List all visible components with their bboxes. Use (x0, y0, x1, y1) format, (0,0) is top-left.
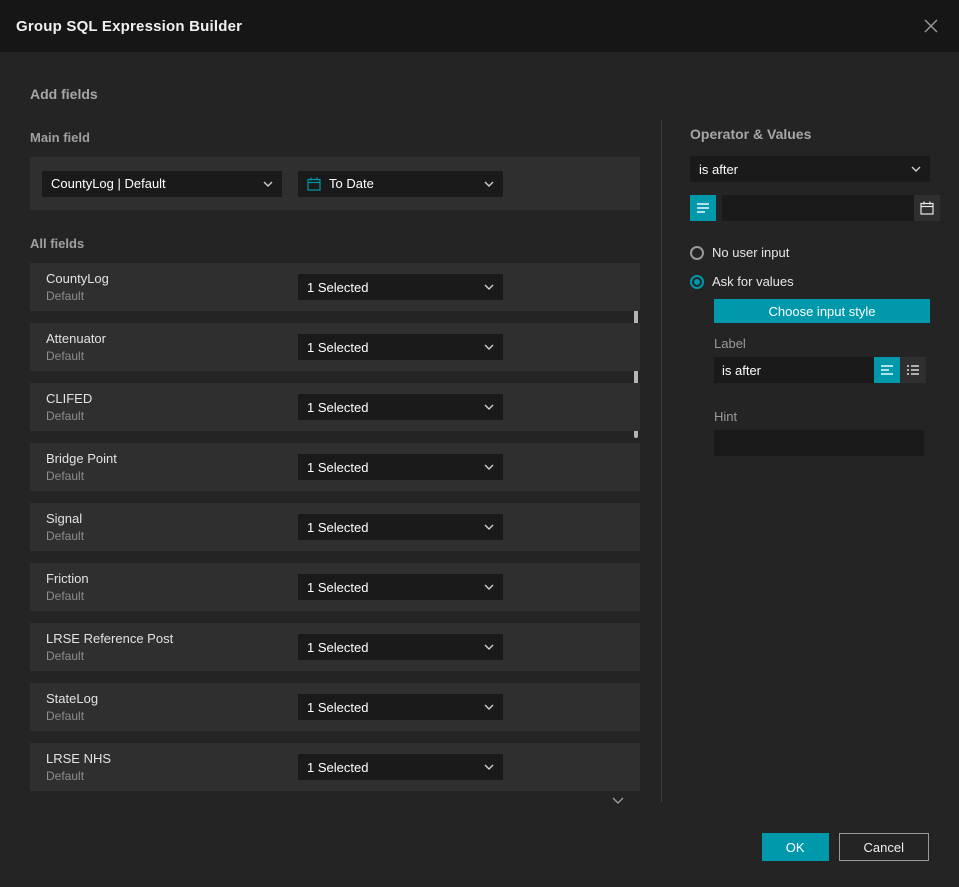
field-row: CountyLog Default 1 Selected (30, 263, 640, 311)
input-mode-button[interactable] (690, 195, 716, 221)
calendar-icon (307, 177, 321, 191)
choose-input-style-button[interactable]: Choose input style (714, 299, 930, 323)
field-selected-value: 1 Selected (307, 519, 369, 535)
field-row: StateLog Default 1 Selected (30, 683, 640, 731)
dialog-footer: OK Cancel (761, 833, 929, 861)
radio-no-user-input[interactable]: No user input (690, 245, 930, 260)
ok-button[interactable]: OK (761, 833, 829, 861)
field-selected-dropdown[interactable]: 1 Selected (298, 334, 503, 360)
value-input-row (690, 195, 940, 221)
add-fields-heading: Add fields (30, 86, 98, 102)
date-value-field-wrap (722, 195, 940, 221)
field-selected-value: 1 Selected (307, 699, 369, 715)
scroll-down-chevron-icon[interactable] (612, 791, 624, 809)
chevron-down-icon (484, 181, 494, 187)
date-picker-button[interactable] (914, 195, 940, 221)
field-selected-value: 1 Selected (307, 639, 369, 655)
group-sql-expression-builder-dialog: Group SQL Expression Builder Add fields … (0, 0, 959, 887)
chevron-down-icon (484, 464, 494, 470)
date-type-select-value: To Date (329, 176, 374, 191)
chevron-down-icon (263, 181, 273, 187)
field-selected-dropdown[interactable]: 1 Selected (298, 574, 503, 600)
chevron-down-icon (484, 404, 494, 410)
column-divider (661, 120, 662, 802)
field-selected-dropdown[interactable]: 1 Selected (298, 454, 503, 480)
field-row: Friction Default 1 Selected (30, 563, 640, 611)
field-selected-value: 1 Selected (307, 399, 369, 415)
cancel-button[interactable]: Cancel (838, 833, 929, 861)
field-row: Signal Default 1 Selected (30, 503, 640, 551)
chevron-down-icon (484, 284, 494, 290)
calendar-icon (920, 201, 934, 215)
field-row: LRSE Reference Post Default 1 Selected (30, 623, 640, 671)
operator-select[interactable]: is after (690, 156, 930, 182)
field-selected-value: 1 Selected (307, 339, 369, 355)
field-selected-dropdown[interactable]: 1 Selected (298, 754, 503, 780)
field-selected-value: 1 Selected (307, 279, 369, 295)
main-field-select[interactable]: CountyLog | Default (42, 170, 282, 197)
radio-no-user-input-label: No user input (712, 245, 790, 260)
field-selected-dropdown[interactable]: 1 Selected (298, 274, 503, 300)
radio-circle-checked (690, 274, 704, 289)
lines-input-icon (697, 203, 709, 213)
all-fields-list: CountyLog Default 1 Selected Attenuator … (30, 263, 640, 804)
operator-select-value: is after (699, 161, 739, 177)
field-row: LRSE NHS Default 1 Selected (30, 743, 640, 791)
date-type-select[interactable]: To Date (298, 170, 503, 197)
field-selected-dropdown[interactable]: 1 Selected (298, 514, 503, 540)
main-field-heading: Main field (30, 130, 90, 145)
close-icon (924, 19, 938, 33)
operator-values-heading: Operator & Values (690, 126, 812, 142)
radio-ask-for-values-label: Ask for values (712, 274, 794, 289)
close-button[interactable] (919, 14, 943, 38)
chevron-down-icon (911, 166, 921, 172)
radio-ask-for-values[interactable]: Ask for values (690, 274, 930, 289)
field-row: CLIFED Default 1 Selected (30, 383, 640, 431)
align-left-style-button[interactable] (874, 357, 900, 383)
main-field-select-value: CountyLog | Default (51, 176, 166, 191)
chevron-down-icon (484, 644, 494, 650)
all-fields-heading: All fields (30, 236, 85, 251)
operator-values-column: Operator & Values is after No user input… (690, 126, 940, 456)
chevron-down-icon (484, 584, 494, 590)
dialog-title: Group SQL Expression Builder (16, 17, 243, 35)
hint-input[interactable] (714, 430, 924, 456)
chevron-down-icon (484, 764, 494, 770)
field-selected-value: 1 Selected (307, 759, 369, 775)
align-left-icon (881, 365, 893, 375)
list-icon (907, 365, 919, 375)
field-selected-value: 1 Selected (307, 459, 369, 475)
label-input-row (714, 357, 926, 383)
field-selected-dropdown[interactable]: 1 Selected (298, 694, 503, 720)
date-value-input[interactable] (722, 195, 914, 221)
hint-caption: Hint (714, 409, 738, 424)
field-row: Bridge Point Default 1 Selected (30, 443, 640, 491)
chevron-down-icon (484, 524, 494, 530)
field-row: Attenuator Default 1 Selected (30, 323, 640, 371)
list-style-button[interactable] (900, 357, 926, 383)
label-input[interactable] (714, 357, 874, 383)
field-selected-dropdown[interactable]: 1 Selected (298, 634, 503, 660)
chevron-down-icon (484, 344, 494, 350)
dialog-header: Group SQL Expression Builder (0, 0, 959, 52)
label-caption: Label (714, 336, 746, 351)
main-field-panel: CountyLog | Default To Date (30, 157, 640, 210)
fields-column: Add fields Main field CountyLog | Defaul… (30, 86, 640, 804)
field-selected-dropdown[interactable]: 1 Selected (298, 394, 503, 420)
chevron-down-icon (484, 704, 494, 710)
radio-circle (690, 245, 704, 260)
field-selected-value: 1 Selected (307, 579, 369, 595)
